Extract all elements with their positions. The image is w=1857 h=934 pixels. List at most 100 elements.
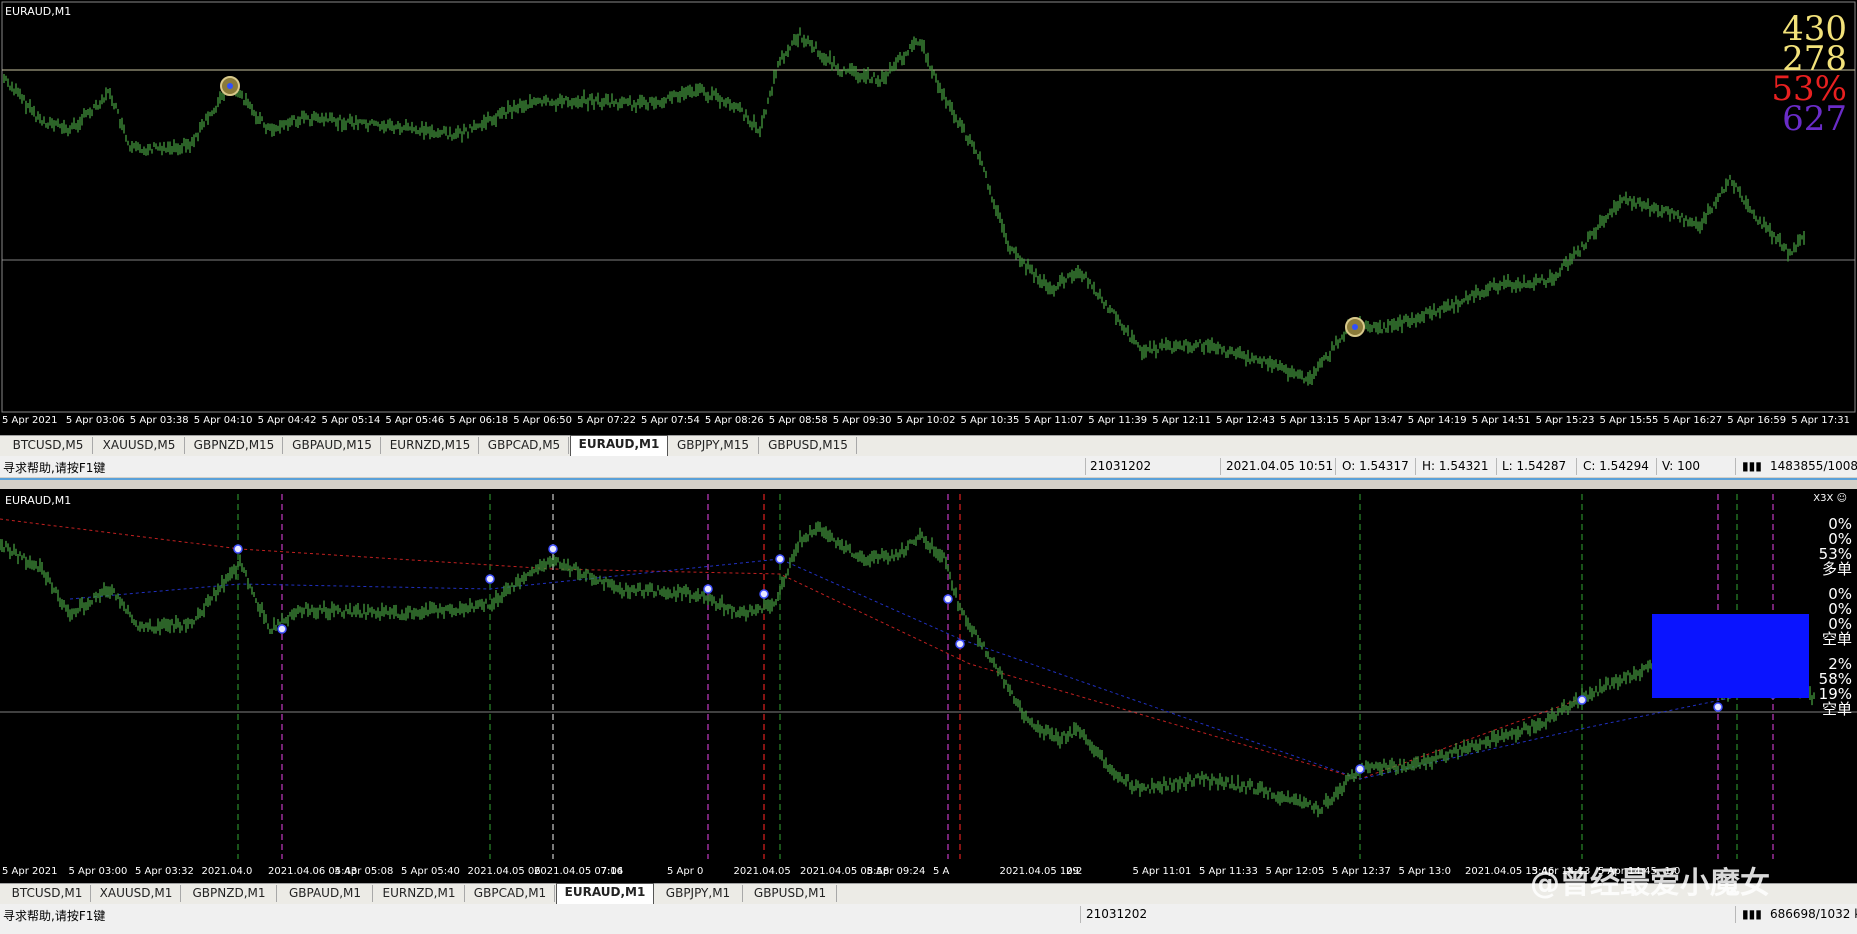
time-label: 5 Apr 11:39 (1088, 415, 1148, 426)
chart-tab[interactable]: GBPNZD,M15 (186, 437, 283, 454)
position-stat: 0% (1828, 530, 1852, 548)
help-text: 寻求帮助,请按F1键 (3, 461, 106, 475)
price-bars (3, 27, 1805, 386)
smiley-icon: ☺ (1836, 493, 1847, 504)
signal-marker-icon (1713, 702, 1723, 712)
time-label: 5 Apr 16:59 (1727, 415, 1787, 426)
time-label: 5 Apr 06:50 (513, 415, 573, 426)
price-bars (0, 521, 1815, 818)
signal-marker-icon (759, 589, 769, 599)
time-label: 5 Apr 03:32 (135, 866, 194, 877)
chart-tab[interactable]: GBPUSD,M1 (744, 885, 837, 902)
top-status-bar: 寻求帮助,请按F1键 21031202 2021.04.05 10:51 O: … (0, 456, 1857, 477)
time-label: 5 Apr 13:15 (1280, 415, 1339, 426)
time-label: 5 Apr 11:33 (1199, 866, 1258, 877)
time-label: 5 Apr 12:43 (1216, 415, 1275, 426)
chart-tab[interactable]: EURNZD,M1 (374, 885, 465, 902)
time-label: 5 Apr 11:07 (1024, 415, 1084, 426)
position-stat: 空单 (1821, 630, 1852, 648)
time-label: 2021.04.0 (201, 866, 253, 877)
time-label: 5 Apr 03:38 (129, 415, 189, 426)
time-label: 7:16 (600, 866, 623, 877)
top-chart-symbol: EURAUD,M1 (5, 5, 72, 18)
connection-icon: ▮▮▮ (1742, 459, 1762, 473)
chart-tab[interactable]: GBPJPY,M15 (668, 437, 759, 454)
trade-marker-dot (1352, 324, 1358, 330)
time-label: 5 Apr 11:01 (1132, 866, 1192, 877)
stat-value-3: 627 (1782, 99, 1847, 139)
chart-tab[interactable]: EURAUD,M1 (570, 435, 668, 456)
trade-marker-dot (227, 83, 233, 89)
chart-tab[interactable]: GBPAUD,M1 (278, 885, 373, 902)
bar-volume: V: 100 (1662, 459, 1700, 473)
time-label: 5 Apr 03:00 (68, 866, 128, 877)
position-stat: 53% (1818, 545, 1852, 563)
chart-tab[interactable]: GBPUSD,M15 (760, 437, 857, 454)
time-label: 5 Apr 07:22 (577, 415, 636, 426)
chart-tab[interactable]: GBPAUD,M15 (284, 437, 381, 454)
time-label: 5 Apr 12:05 (1265, 866, 1325, 877)
signal-marker-icon (775, 554, 785, 564)
bar-low: L: 1.54287 (1502, 459, 1567, 473)
time-label: 5 Apr 05:40 (401, 866, 460, 877)
time-label: 5 Apr 05:08 (334, 866, 394, 877)
bar-close: C: 1.54294 (1583, 459, 1649, 473)
time-label: 5 Apr 2021 (2, 415, 58, 426)
indicator-label: X3X (1813, 493, 1834, 504)
chart-tab[interactable]: GBPCAD,M1 (466, 885, 555, 902)
position-stat: 空单 (1821, 700, 1852, 718)
time-label: 5 Apr 09:30 (832, 415, 892, 426)
time-label: 2021.04.05 06 (467, 866, 541, 877)
bottom-chart-canvas[interactable] (0, 489, 1857, 883)
signal-marker-icon (943, 594, 953, 604)
time-label: 5 Apr 05:46 (385, 415, 445, 426)
top-chart[interactable]: EURAUD,M1 430 278 53% 627 5 Apr 2021 5 Ap… (0, 0, 1857, 435)
chart-tab[interactable]: XAUUSD,M1 (92, 885, 181, 902)
bar-datetime: 2021.04.05 10:51 (1226, 459, 1334, 473)
signal-marker-icon (955, 639, 965, 649)
chart-tab[interactable]: EURAUD,M1 (556, 883, 654, 904)
bottom-chart[interactable]: EURAUD,M1 X3X ☺ 0% 0% 53% 多单 0% 0% 0% 空单 2% 58% 19… (0, 489, 1857, 883)
bottom-status-bar: 寻求帮助,请按F1键 21031202 ▮▮▮ 686698/1032 kb (0, 904, 1857, 934)
position-stat: 19% (1818, 685, 1852, 703)
bar-high: H: 1.54321 (1422, 459, 1489, 473)
watermark: @曾经最爱小魔女 (1530, 866, 1770, 901)
blue-trend-line (69, 558, 1751, 780)
chart-tab[interactable]: XAUUSD,M5 (94, 437, 185, 454)
position-stat: 0% (1828, 515, 1852, 533)
chart-tab[interactable]: GBPJPY,M1 (654, 885, 743, 902)
position-stat: 58% (1818, 670, 1852, 688)
time-label: 5 Apr 08:58 (768, 415, 828, 426)
profile-name-bottom: 21031202 (1086, 907, 1148, 921)
traffic-info: 1483855/1008 k (1770, 459, 1857, 473)
time-label: 5 Apr 12:11 (1152, 415, 1212, 426)
position-stat: 0% (1828, 585, 1852, 603)
time-label: 2021.04.05 (733, 866, 791, 877)
time-label: 5 Apr 2021 (2, 866, 58, 877)
time-label: 5 Apr 13:0 (1398, 866, 1451, 877)
indicator-name: X3X ☺ (1813, 493, 1847, 504)
time-label: 5 Apr 17:31 (1791, 415, 1851, 426)
signal-marker-icon (233, 544, 243, 554)
position-stat: 0% (1828, 615, 1852, 633)
time-label: 5 Apr 13:47 (1343, 415, 1403, 426)
time-label: 5 A (933, 866, 950, 877)
signal-marker-icon (548, 544, 558, 554)
chart-tab[interactable]: BTCUSD,M1 (4, 885, 91, 902)
time-label: 5 Apr 12:37 (1332, 866, 1391, 877)
chart-tab[interactable]: GBPCAD,M5 (480, 437, 569, 454)
bottom-chart-symbol: EURAUD,M1 (5, 494, 72, 507)
help-text-bottom: 寻求帮助,请按F1键 (3, 909, 106, 923)
profile-name: 21031202 (1090, 459, 1152, 473)
position-stat: 0% (1828, 600, 1852, 618)
time-label: 5 Apr 08:26 (704, 415, 764, 426)
time-label: 5 Apr 10:35 (960, 415, 1020, 426)
signal-marker-icon (277, 624, 287, 634)
time-label: 5 Apr 09:24 (866, 866, 926, 877)
chart-tab[interactable]: BTCUSD,M5 (4, 437, 93, 454)
chart-tab[interactable]: EURNZD,M15 (382, 437, 479, 454)
chart-tab[interactable]: GBPNZD,M1 (182, 885, 277, 902)
time-label: 5 Apr 04:10 (193, 415, 253, 426)
top-chart-canvas[interactable] (0, 0, 1857, 435)
signal-marker-icon (703, 584, 713, 594)
